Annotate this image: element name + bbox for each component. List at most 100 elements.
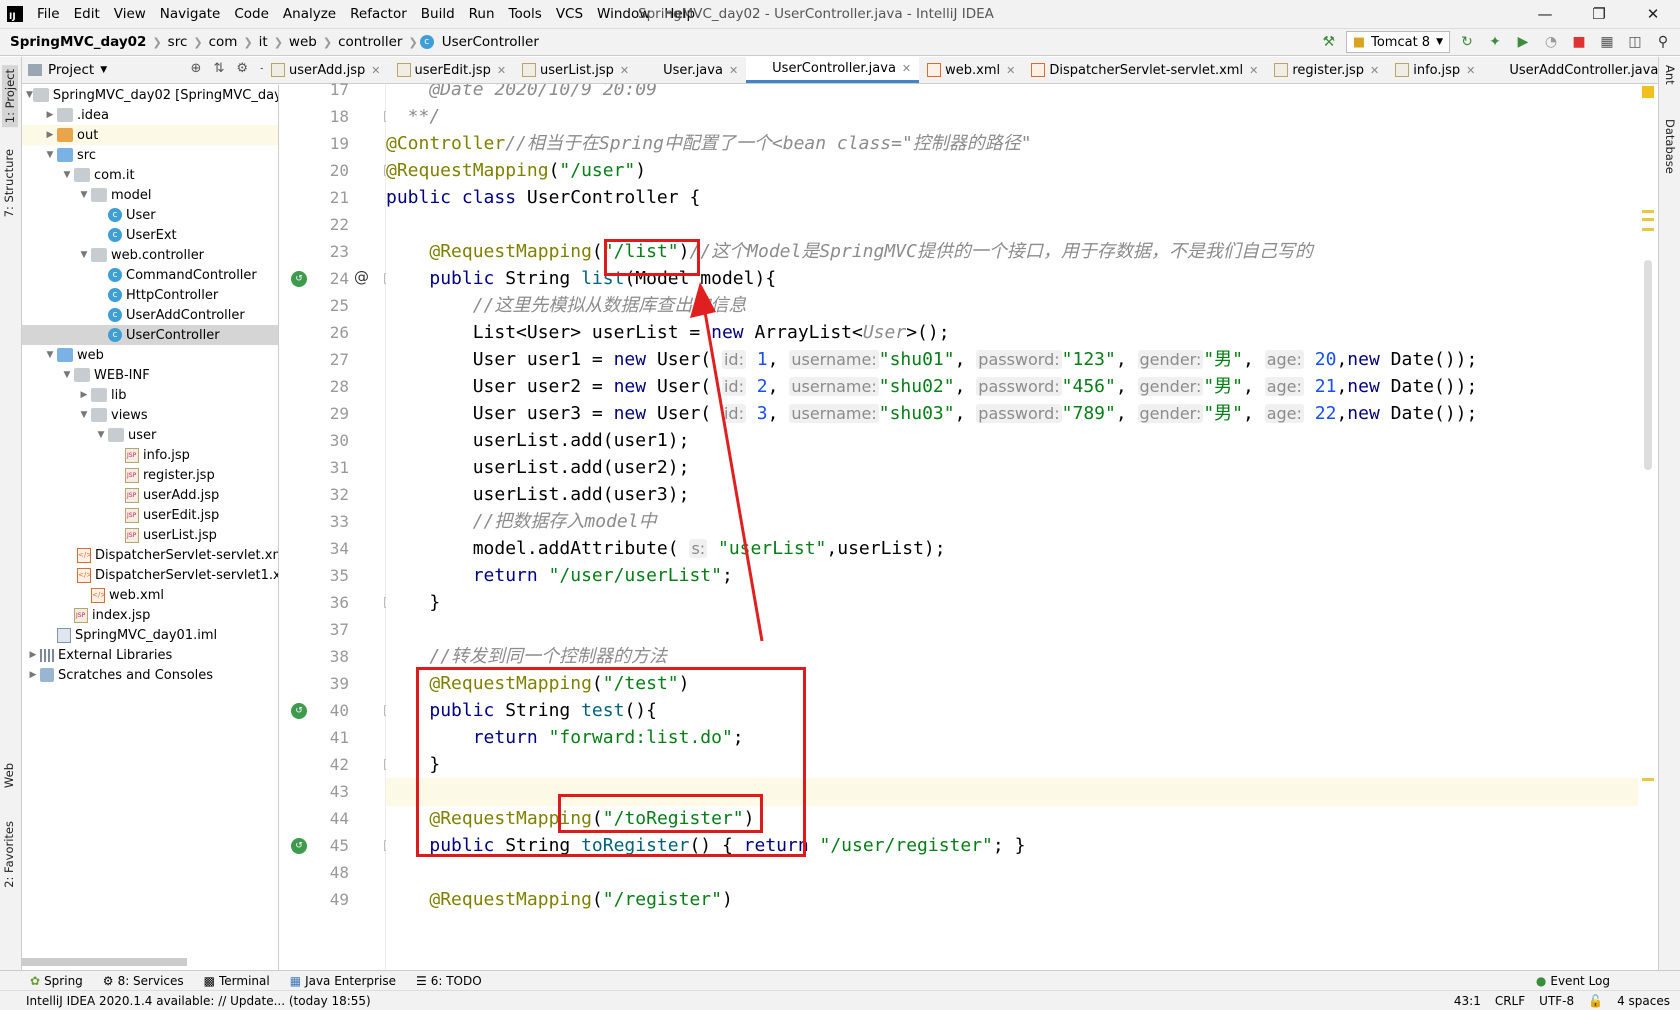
close-tab-icon[interactable]: ✕: [902, 62, 911, 75]
tool-event-log[interactable]: ● Event Log: [1526, 974, 1620, 988]
indent-setting[interactable]: 4 spaces: [1617, 994, 1670, 1008]
menu-item[interactable]: Tools: [503, 6, 550, 22]
expand-open-icon[interactable]: ▼: [60, 370, 74, 380]
breadcrumb-item[interactable]: UserController: [438, 34, 543, 50]
editor-scroll-thumb[interactable]: [1644, 260, 1652, 470]
tree-node[interactable]: ▼ src: [22, 145, 278, 165]
warning-mark[interactable]: [1642, 210, 1654, 213]
project-tree-scrollbar[interactable]: [22, 958, 187, 966]
editor-tab[interactable]: userList.jsp ✕: [514, 57, 637, 83]
restore-icon[interactable]: ❐: [1572, 0, 1626, 28]
tree-node[interactable]: ▶ lib: [22, 385, 278, 405]
code-editor[interactable]: @Date 2020/10/9 20:09 **/@Controller//相当…: [386, 84, 1638, 970]
spring-mapping-gutter-icon[interactable]: ↺: [291, 703, 307, 719]
expand-closed-icon[interactable]: ▶: [26, 670, 40, 680]
menu-item[interactable]: File: [31, 6, 68, 22]
profile-icon[interactable]: ◔: [1540, 31, 1562, 53]
tree-node[interactable]: c User: [22, 205, 278, 225]
tree-node[interactable]: ▼ views: [22, 405, 278, 425]
tree-node[interactable]: ▼ model: [22, 185, 278, 205]
tree-node[interactable]: ▶ External Libraries: [22, 645, 278, 665]
tree-node[interactable]: </> web.xml: [22, 585, 278, 605]
chevron-down-icon[interactable]: ▼: [100, 65, 107, 75]
tree-node[interactable]: c UserAddController: [22, 305, 278, 325]
locate-icon[interactable]: ⊕: [191, 61, 202, 76]
expand-open-icon[interactable]: ▼: [43, 150, 57, 160]
close-tab-icon[interactable]: ✕: [729, 64, 738, 77]
run-config-select[interactable]: ■ Tomcat 8 ▼: [1345, 31, 1450, 53]
menu-item[interactable]: Edit: [68, 6, 108, 22]
editor-tab[interactable]: userEdit.jsp ✕: [389, 57, 515, 83]
editor-tab[interactable]: DispatcherServlet-servlet.xml ✕: [1023, 57, 1266, 83]
status-message[interactable]: IntelliJ IDEA 2020.1.4 available: // Upd…: [0, 994, 371, 1008]
menu-item[interactable]: View: [108, 6, 154, 22]
file-encoding[interactable]: UTF-8: [1539, 994, 1574, 1008]
close-tab-icon[interactable]: ✕: [497, 64, 506, 77]
editor-tab[interactable]: web.xml ✕: [919, 57, 1023, 83]
editor-tab[interactable]: info.jsp ✕: [1387, 57, 1483, 83]
gear-icon[interactable]: ⚙: [236, 61, 248, 76]
menu-item[interactable]: VCS: [550, 6, 591, 22]
menu-item[interactable]: Code: [228, 6, 277, 22]
close-tab-icon[interactable]: ✕: [371, 64, 380, 77]
close-tab-icon[interactable]: ✕: [1466, 64, 1475, 77]
tree-node[interactable]: JSP userAdd.jsp: [22, 485, 278, 505]
expand-open-icon[interactable]: ▼: [77, 190, 91, 200]
layout-icon[interactable]: ◫: [1624, 31, 1646, 53]
breadcrumb-item[interactable]: web: [285, 34, 321, 50]
tool-todo[interactable]: ☰ 6: TODO: [406, 974, 492, 988]
tree-node[interactable]: ▶ Scratches and Consoles: [22, 665, 278, 685]
tree-node[interactable]: c UserController: [22, 325, 278, 345]
tree-node[interactable]: ▼ user: [22, 425, 278, 445]
debug-icon[interactable]: ✦: [1484, 31, 1506, 53]
expand-closed-icon[interactable]: ▶: [43, 110, 57, 120]
close-icon[interactable]: ✕: [1626, 0, 1680, 28]
line-separator[interactable]: CRLF: [1495, 994, 1525, 1008]
warning-mark[interactable]: [1642, 218, 1654, 221]
tree-node[interactable]: JSP userList.jsp: [22, 525, 278, 545]
tree-node[interactable]: ▶ .idea: [22, 105, 278, 125]
expand-open-icon[interactable]: ▼: [77, 250, 91, 260]
menu-item[interactable]: Analyze: [277, 6, 344, 22]
tree-node[interactable]: c CommandController: [22, 265, 278, 285]
expand-open-icon[interactable]: ▼: [77, 410, 91, 420]
tool-tab-project[interactable]: 1: Project: [2, 65, 18, 128]
search-icon[interactable]: ⚲: [1652, 31, 1674, 53]
menu-item[interactable]: Run: [463, 6, 503, 22]
tool-services[interactable]: ⚙ 8: Services: [93, 974, 194, 988]
collapse-all-icon[interactable]: ⇅: [213, 61, 224, 76]
close-tab-icon[interactable]: ✕: [1370, 64, 1379, 77]
annotation-gutter-icon[interactable]: @: [354, 268, 369, 286]
project-view-select[interactable]: Project: [42, 62, 94, 78]
tree-node[interactable]: SpringMVC_day01.iml: [22, 625, 278, 645]
expand-open-icon[interactable]: ▼: [43, 350, 57, 360]
tree-node[interactable]: c UserExt: [22, 225, 278, 245]
expand-open-icon[interactable]: ▼: [26, 90, 33, 100]
expand-open-icon[interactable]: ▼: [94, 430, 108, 440]
menu-item[interactable]: Build: [415, 6, 463, 22]
tool-tab-structure[interactable]: 7: Structure: [2, 149, 16, 217]
expand-closed-icon[interactable]: ▶: [26, 650, 40, 660]
tree-node[interactable]: </> DispatcherServlet-servlet1.xml: [22, 565, 278, 585]
tree-node[interactable]: ▼ WEB-INF: [22, 365, 278, 385]
editor-error-stripe[interactable]: [1638, 84, 1658, 970]
warning-mark[interactable]: [1642, 778, 1654, 781]
breadcrumb-item[interactable]: controller: [334, 34, 406, 50]
warning-mark[interactable]: [1642, 228, 1654, 231]
editor-tab[interactable]: register.jsp ✕: [1266, 57, 1387, 83]
tree-node[interactable]: </> DispatcherServlet-servlet.xml: [22, 545, 278, 565]
lock-icon[interactable]: 🔓: [1588, 994, 1603, 1008]
stop-icon[interactable]: ■: [1568, 31, 1590, 53]
tree-node[interactable]: ▼ web: [22, 345, 278, 365]
tree-node[interactable]: ▼ SpringMVC_day02 [SpringMVC_day01]: [22, 85, 278, 105]
tool-tab-favorites[interactable]: 2: Favorites: [2, 821, 16, 888]
menu-item[interactable]: Navigate: [154, 6, 229, 22]
expand-open-icon[interactable]: ▼: [60, 170, 74, 180]
spring-mapping-gutter-icon[interactable]: ↺: [291, 271, 307, 287]
caret-position[interactable]: 43:1: [1454, 994, 1481, 1008]
tree-node[interactable]: JSP info.jsp: [22, 445, 278, 465]
tree-node[interactable]: ▶ out: [22, 125, 278, 145]
breadcrumb-item[interactable]: SpringMVC_day02: [6, 34, 150, 50]
close-tab-icon[interactable]: ✕: [1006, 64, 1015, 77]
tool-java-enterprise[interactable]: ▦ Java Enterprise: [280, 974, 406, 988]
